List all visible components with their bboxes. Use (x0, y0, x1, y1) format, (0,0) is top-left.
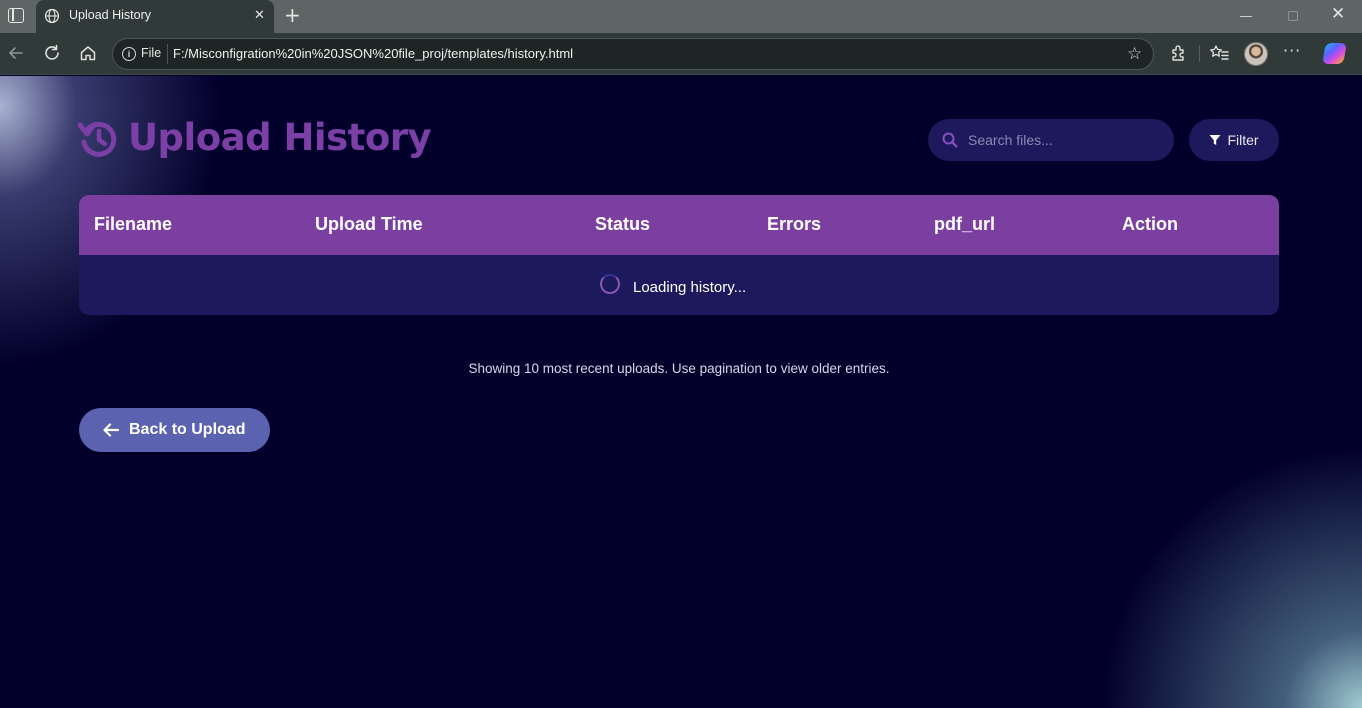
restore-icon[interactable] (1288, 11, 1298, 21)
toolbar-divider (1199, 45, 1200, 62)
address-bar[interactable]: i File F:/Misconfigration%20in%20JSON%20… (112, 38, 1154, 70)
browser-toolbar: i File F:/Misconfigration%20in%20JSON%20… (0, 33, 1362, 75)
back-arrow-icon[interactable] (5, 42, 27, 64)
tab-actions-icon[interactable] (8, 8, 24, 23)
search-input[interactable] (968, 130, 1163, 150)
favorite-star-icon[interactable]: ☆ (1127, 44, 1142, 64)
info-icon[interactable]: i (122, 47, 136, 61)
column-header-upload-time[interactable]: Upload Time (315, 214, 423, 235)
more-options-icon[interactable]: ··· (1283, 41, 1301, 60)
search-box[interactable] (928, 119, 1174, 161)
profile-avatar[interactable] (1244, 42, 1268, 66)
browser-tab-bar: Upload History ✕ + ✕ (0, 0, 1362, 33)
window-close-icon[interactable]: ✕ (1331, 4, 1345, 24)
filter-icon (1209, 135, 1221, 145)
history-table: Filename Upload Time Status Errors pdf_u… (79, 195, 1279, 315)
page-title: Upload History (128, 116, 432, 159)
address-file-label: File (141, 46, 162, 60)
favorites-icon[interactable] (1208, 42, 1230, 64)
copilot-icon[interactable] (1322, 43, 1347, 64)
column-header-filename[interactable]: Filename (94, 214, 172, 235)
search-icon (942, 132, 958, 148)
extensions-icon[interactable] (1168, 42, 1190, 64)
browser-tab[interactable]: Upload History ✕ (36, 0, 274, 33)
close-tab-icon[interactable]: ✕ (254, 8, 265, 23)
globe-icon (44, 8, 60, 24)
filter-button[interactable]: Filter (1189, 119, 1279, 161)
new-tab-icon[interactable]: + (284, 3, 301, 27)
home-icon[interactable] (77, 42, 99, 64)
filter-label: Filter (1227, 132, 1259, 148)
column-header-status[interactable]: Status (595, 214, 650, 235)
back-to-upload-button[interactable]: Back to Upload (79, 408, 270, 452)
pagination-note: Showing 10 most recent uploads. Use pagi… (468, 361, 890, 376)
history-page: Upload History Filter Filename Upload Ti… (0, 76, 1362, 708)
back-button-label: Back to Upload (129, 421, 246, 438)
address-url[interactable]: F:/Misconfigration%20in%20JSON%20file_pr… (173, 46, 573, 61)
loading-row: Loading history... (79, 255, 1279, 315)
table-header: Filename Upload Time Status Errors pdf_u… (79, 195, 1279, 255)
tab-title: Upload History (69, 8, 151, 22)
loading-spinner-icon (600, 274, 620, 294)
loading-text: Loading history... (633, 279, 747, 296)
history-icon (78, 121, 117, 157)
column-header-action[interactable]: Action (1122, 214, 1178, 235)
arrow-left-icon (103, 423, 119, 437)
refresh-icon[interactable] (41, 42, 63, 64)
minimize-icon[interactable] (1240, 16, 1252, 17)
column-header-pdf-url[interactable]: pdf_url (934, 214, 995, 235)
address-divider (167, 44, 168, 64)
column-header-errors[interactable]: Errors (767, 214, 821, 235)
